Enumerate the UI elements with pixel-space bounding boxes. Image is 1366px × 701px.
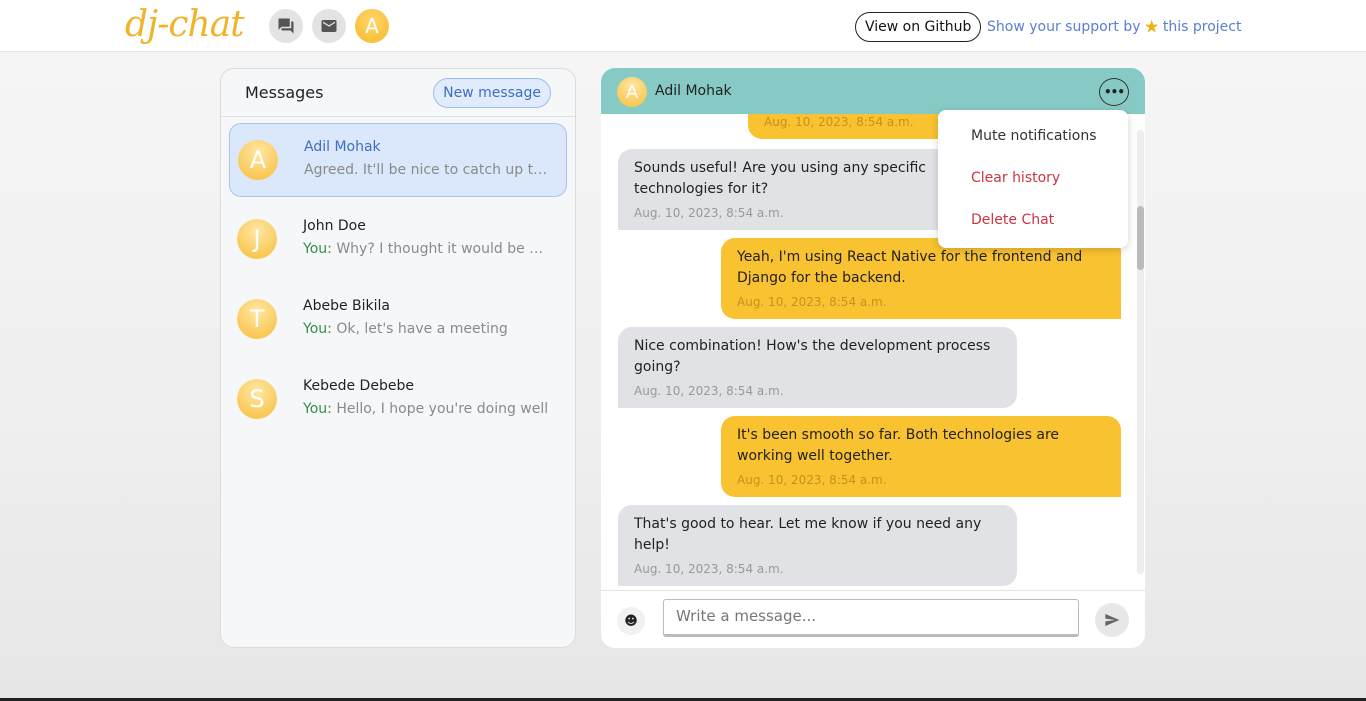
message-text: Nice combination! How's the development …	[634, 338, 991, 375]
preview-text: Why? I thought it would be g...	[336, 241, 549, 257]
logo[interactable]: dj-chat	[125, 4, 245, 45]
conversation-preview: You: Hello, I hope you're doing well	[303, 401, 549, 417]
conversation-preview: You: Ok, let's have a meeting	[303, 321, 549, 337]
message-time: Aug. 10, 2023, 8:54 a.m.	[634, 384, 784, 398]
clear-history-item[interactable]: Clear history	[971, 170, 1060, 186]
message-bubble-in: That's good to hear. Let me know if you …	[618, 505, 1017, 586]
conversation-preview: Agreed. It'll be nice to catch up th...	[304, 162, 550, 178]
conversation-item[interactable]: J John Doe You: Why? I thought it would …	[229, 203, 567, 277]
preview-text: Hello, I hope you're doing well	[336, 401, 549, 417]
message-time: Aug. 10, 2023, 8:54 a.m.	[764, 115, 914, 129]
message-bubble-in: Nice combination! How's the development …	[618, 327, 1017, 408]
github-button[interactable]: View on Github	[855, 12, 982, 42]
message-bubble-out: Aug. 10, 2023, 8:54 a.m.	[748, 114, 948, 139]
message-time: Aug. 10, 2023, 8:54 a.m.	[634, 562, 784, 576]
mute-notifications-item[interactable]: Mute notifications	[971, 128, 1097, 144]
message-input[interactable]	[663, 599, 1079, 637]
message-bubble-out: Yeah, I'm using React Native for the fro…	[721, 238, 1121, 319]
contact-avatar: A	[617, 77, 647, 107]
messages-panel: Messages New message A Adil Mohak Agreed…	[220, 68, 576, 648]
preview-text: Ok, let's have a meeting	[336, 321, 508, 337]
new-message-button[interactable]: New message	[433, 78, 551, 108]
message-text: It's been smooth so far. Both technologi…	[737, 427, 1060, 464]
message-time: Aug. 10, 2023, 8:54 a.m.	[737, 295, 887, 309]
message-composer: ☻	[601, 590, 1145, 648]
you-label: You:	[303, 321, 332, 337]
contact-name: Adil Mohak	[655, 83, 732, 99]
more-options-button[interactable]: •••	[1099, 78, 1129, 106]
chat-header: A Adil Mohak •••	[601, 68, 1145, 114]
avatar: A	[238, 140, 278, 180]
conversation-name: John Doe	[303, 218, 366, 234]
delete-chat-item[interactable]: Delete Chat	[971, 212, 1054, 228]
forum-icon[interactable]	[269, 9, 303, 43]
message-text: Yeah, I'm using React Native for the fro…	[737, 249, 1083, 286]
star-icon: ★	[1144, 17, 1159, 36]
avatar: S	[237, 379, 277, 419]
conversation-item[interactable]: S Kebede Debebe You: Hello, I hope you'r…	[229, 363, 567, 437]
conversation-name: Adil Mohak	[304, 139, 381, 155]
support-link[interactable]: Show your support by ★ this project	[987, 17, 1241, 36]
scrollbar-thumb[interactable]	[1137, 206, 1144, 270]
messages-title: Messages	[245, 83, 324, 102]
messages-header: Messages New message	[221, 69, 575, 117]
send-icon[interactable]	[1095, 603, 1129, 637]
emoji-icon[interactable]: ☻	[617, 607, 645, 635]
you-label: You:	[303, 241, 332, 257]
support-prefix: Show your support by	[987, 18, 1141, 35]
top-navbar: dj-chat A View on Github Show your suppo…	[0, 0, 1366, 52]
user-avatar[interactable]: A	[355, 9, 389, 43]
conversation-preview: You: Why? I thought it would be g...	[303, 241, 549, 257]
message-text: That's good to hear. Let me know if you …	[634, 516, 982, 553]
support-suffix: this project	[1162, 18, 1242, 35]
conversation-item[interactable]: T Abebe Bikila You: Ok, let's have a mee…	[229, 283, 567, 357]
conversation-item[interactable]: A Adil Mohak Agreed. It'll be nice to ca…	[229, 123, 567, 197]
avatar: J	[237, 219, 277, 259]
chat-options-menu: Mute notifications Clear history Delete …	[938, 110, 1128, 248]
conversation-name: Abebe Bikila	[303, 298, 390, 314]
message-bubble-out: It's been smooth so far. Both technologi…	[721, 416, 1121, 497]
conversation-name: Kebede Debebe	[303, 378, 414, 394]
chat-scrollbar[interactable]	[1137, 130, 1144, 574]
avatar: T	[237, 299, 277, 339]
you-label: You:	[303, 401, 332, 417]
mail-icon[interactable]	[312, 9, 346, 43]
message-time: Aug. 10, 2023, 8:54 a.m.	[737, 473, 887, 487]
